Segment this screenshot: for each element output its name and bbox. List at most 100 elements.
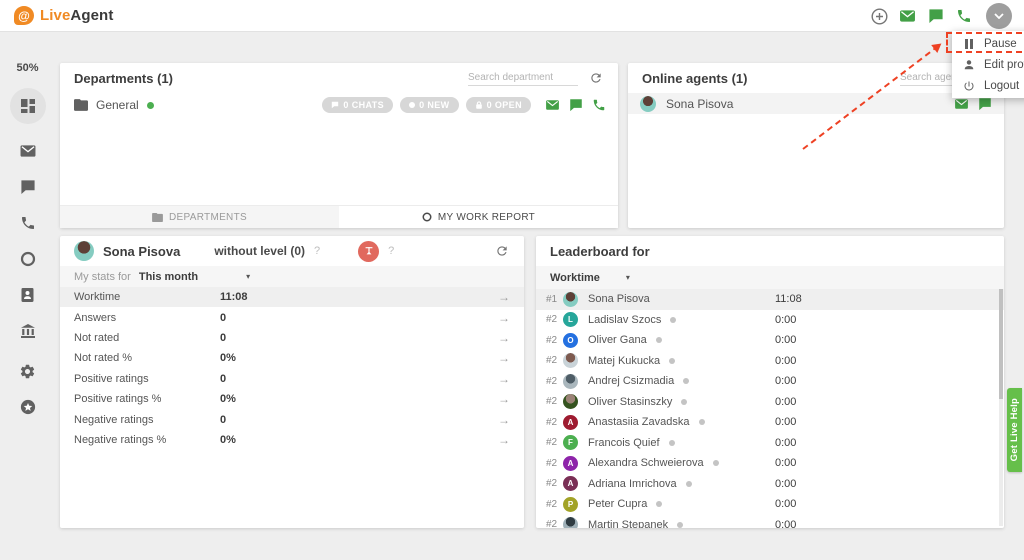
arrow-right-icon: → [498, 290, 510, 304]
leaderboard-row[interactable]: #2 F Francois Quief 0:00 [536, 433, 1004, 454]
refresh-icon[interactable] [494, 243, 510, 259]
avatar: P [563, 497, 578, 512]
call-action-icon[interactable] [591, 98, 606, 113]
stat-value: 0% [220, 434, 236, 446]
agent-name: Oliver Stasinszky [588, 396, 672, 408]
new-chat-icon[interactable] [927, 8, 944, 25]
stat-label: Not rated % [74, 352, 132, 364]
menu-item-logout[interactable]: Logout [952, 75, 1024, 96]
user-dropdown-menu: Pause Edit profile Logout [952, 31, 1024, 98]
mail-icon [19, 144, 37, 158]
department-badges: 0 CHATS 0 NEW 0 OPEN [322, 97, 531, 113]
badge-help-icon[interactable]: ? [388, 245, 394, 257]
sidebar-item-contacts[interactable] [19, 286, 37, 304]
offline-status-dot [669, 440, 675, 446]
rank-label: #2 [546, 499, 563, 510]
leaderboard-row[interactable]: #1 Sona Pisova 11:08 [536, 289, 1004, 310]
folder-icon [74, 99, 88, 111]
chat-action-icon[interactable] [568, 98, 583, 113]
avatar [563, 353, 578, 368]
stat-row[interactable]: Worktime 11:08 → [60, 287, 524, 307]
report-agent-name: Sona Pisova [103, 244, 180, 259]
stat-row[interactable]: Not rated 0 → [60, 328, 524, 348]
worktime-value: 0:00 [775, 498, 796, 510]
leaderboard-row[interactable]: #2 Matej Kukucka 0:00 [536, 351, 1004, 372]
leaderboard-row[interactable]: #2 O Oliver Gana 0:00 [536, 330, 1004, 351]
sidebar-item-settings[interactable] [19, 362, 37, 380]
tab-my-work-report[interactable]: MY WORK REPORT [339, 206, 618, 228]
leaderboard-row[interactable]: #2 P Peter Cupra 0:00 [536, 494, 1004, 515]
search-department-input[interactable] [468, 70, 578, 86]
sidebar-item-dashboard[interactable] [10, 88, 46, 124]
sidebar-item-chats[interactable] [19, 178, 37, 196]
offline-status-dot [656, 501, 662, 507]
stat-value: 0 [220, 414, 226, 426]
menu-item-edit-profile[interactable]: Edit profile [952, 54, 1024, 75]
lock-mini-icon [475, 101, 483, 110]
stat-label: Negative ratings [74, 414, 154, 426]
leaderboard-row[interactable]: #2 L Ladislav Szocs 0:00 [536, 310, 1004, 331]
departments-title: Departments (1) [74, 71, 173, 86]
sidebar-item-gamification[interactable] [19, 398, 37, 416]
liveagent-logo: @ LiveAgent [14, 6, 113, 25]
mail-action-icon[interactable] [545, 98, 560, 113]
leaderboard-row[interactable]: #2 Andrej Csizmadia 0:00 [536, 371, 1004, 392]
stat-row[interactable]: Negative ratings % 0% → [60, 430, 524, 450]
online-agents-title: Online agents (1) [642, 71, 747, 86]
rank-label: #2 [546, 314, 563, 325]
stat-label: Worktime [74, 291, 120, 303]
leaderboard-row[interactable]: #2 Oliver Stasinszky 0:00 [536, 392, 1004, 413]
department-row[interactable]: General 0 CHATS 0 NEW 0 OPEN [60, 93, 618, 117]
agent-name: Peter Cupra [588, 498, 647, 510]
period-select[interactable]: This month [139, 271, 198, 283]
avatar: A [563, 456, 578, 471]
new-call-icon[interactable] [955, 8, 972, 25]
online-agents-panel: Online agents (1) Sona Pisova [628, 63, 1004, 228]
stat-row[interactable]: Answers 0 → [60, 307, 524, 327]
leaderboard-row[interactable]: #2 A Adriana Imrichova 0:00 [536, 474, 1004, 495]
refresh-icon[interactable] [588, 70, 604, 86]
leaderboard-row[interactable]: #2 A Alexandra Schweierova 0:00 [536, 453, 1004, 474]
stat-row[interactable]: Negative ratings 0 → [60, 409, 524, 429]
rank-label: #2 [546, 458, 563, 469]
leaderboard-metric-bar: Worktime ▾ [536, 266, 1004, 289]
metric-select[interactable]: Worktime [550, 272, 600, 284]
user-menu-button[interactable] [986, 3, 1012, 29]
leaderboard-row[interactable]: #2 Martin Stepanek 0:00 [536, 515, 1004, 529]
online-agent-row[interactable]: Sona Pisova [628, 93, 1004, 114]
new-ticket-mail-icon[interactable] [899, 8, 916, 25]
level-help-icon[interactable]: ? [314, 245, 320, 257]
menu-item-pause[interactable]: Pause [952, 33, 1024, 54]
work-report-panel: Sona Pisova without level (0) ? ? My sta… [60, 236, 524, 528]
stat-row[interactable]: Not rated % 0% → [60, 348, 524, 368]
leaderboard-title: Leaderboard for [550, 244, 650, 259]
ring-icon [422, 212, 432, 222]
caret-down-icon[interactable]: ▾ [246, 272, 250, 281]
worktime-value: 0:00 [775, 334, 796, 346]
leaderboard-row[interactable]: #2 A Anastasiia Zavadska 0:00 [536, 412, 1004, 433]
sidebar-item-company[interactable] [19, 322, 37, 340]
caret-down-icon[interactable]: ▾ [626, 273, 630, 282]
stat-row[interactable]: Positive ratings % 0% → [60, 389, 524, 409]
add-new-icon[interactable] [871, 8, 888, 25]
power-icon [963, 80, 975, 92]
get-live-help-button[interactable]: Get Live Help [1007, 388, 1022, 472]
avatar: O [563, 333, 578, 348]
avatar: L [563, 312, 578, 327]
sidebar-item-to-solve[interactable] [19, 250, 37, 268]
sidebar-item-calls[interactable] [19, 214, 37, 232]
scrollbar-thumb[interactable] [999, 289, 1003, 399]
offline-status-dot [677, 522, 683, 528]
department-name: General [96, 98, 139, 112]
sidebar-item-tickets[interactable] [19, 142, 37, 160]
gamification-badge-icon[interactable] [358, 241, 379, 262]
stat-value: 0 [220, 312, 226, 324]
tab-departments[interactable]: DEPARTMENTS [60, 206, 339, 228]
agent-name: Matej Kukucka [588, 355, 660, 367]
stat-row[interactable]: Positive ratings 0 → [60, 369, 524, 389]
offline-status-dot [683, 378, 689, 384]
chat-action-icon[interactable] [977, 96, 992, 111]
sidebar: 50% [0, 32, 55, 560]
arrow-right-icon: → [498, 433, 510, 447]
mail-action-icon[interactable] [954, 96, 969, 111]
